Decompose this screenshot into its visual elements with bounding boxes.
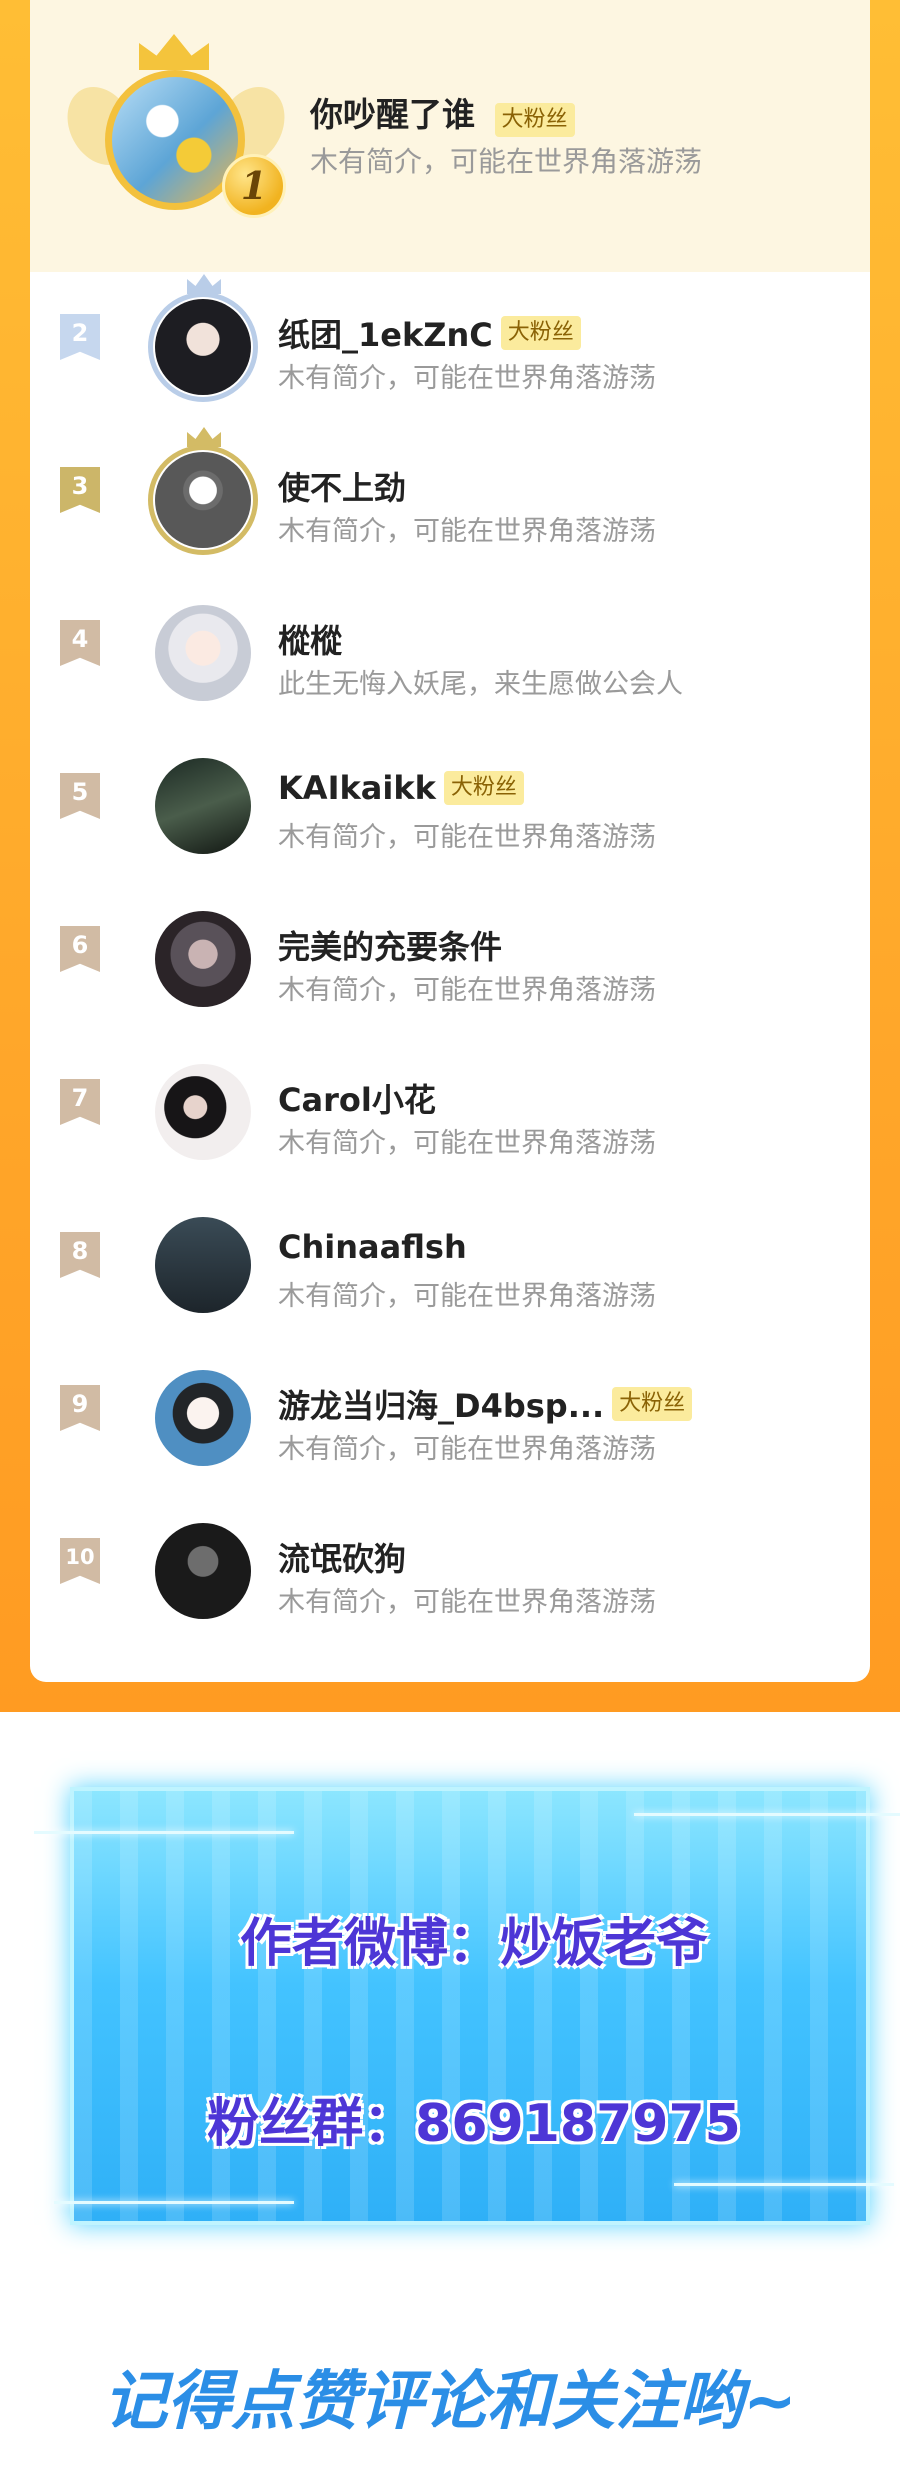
crown-icon <box>139 34 209 70</box>
fan-ranking-card: 1 你吵醒了谁 大粉丝 木有简介，可能在世界角落游荡 2 纸团_1ekZnC 大… <box>30 0 870 1682</box>
fan-name[interactable]: 你吵醒了谁 大粉丝 <box>310 88 575 137</box>
rank-badge: 3 <box>60 467 100 513</box>
rank-badge: 9 <box>60 1385 100 1431</box>
rank-row-6[interactable]: 6 完美的充要条件 木有简介，可能在世界角落游荡 <box>30 884 870 1037</box>
rank-badge: 7 <box>60 1079 100 1125</box>
fan-bio: 木有简介，可能在世界角落游荡 <box>278 1281 656 1312</box>
avatar[interactable] <box>155 758 251 854</box>
follow-reminder: 记得点赞评论和关注哟~ <box>103 2365 797 2439</box>
fan-name[interactable]: 完美的充要条件 <box>278 922 502 968</box>
fan-bio: 木有简介，可能在世界角落游荡 <box>278 1434 656 1465</box>
fan-name[interactable]: KAIkaikk 大粉丝 <box>278 769 524 807</box>
avatar[interactable] <box>155 1064 251 1160</box>
rank-1-medal: 1 <box>222 154 286 218</box>
rank-1-avatar-frame: 1 <box>54 30 300 240</box>
fan-ranking-panel: 1 你吵醒了谁 大粉丝 木有简介，可能在世界角落游荡 2 纸团_1ekZnC 大… <box>0 0 900 1712</box>
fan-level-badge: 大粉丝 <box>494 103 575 137</box>
rank-row-5[interactable]: 5 KAIkaikk 大粉丝 木有简介，可能在世界角落游荡 <box>30 731 870 884</box>
fan-name-text: 纸团_1ekZnC <box>278 316 493 354</box>
rank-row-9[interactable]: 9 游龙当归海_D4bsp... 大粉丝 木有简介，可能在世界角落游荡 <box>30 1343 870 1496</box>
crown-icon <box>187 274 221 294</box>
fan-bio: 木有简介，可能在世界角落游荡 <box>278 975 656 1006</box>
fan-name[interactable]: 游龙当归海_D4bsp... 大粉丝 <box>278 1381 693 1427</box>
rank-row-3[interactable]: 3 使不上劲 木有简介，可能在世界角落游荡 <box>30 425 870 578</box>
fan-name[interactable]: Chinaaflsh <box>278 1228 467 1266</box>
fan-bio: 木有简介，可能在世界角落游荡 <box>278 1128 656 1159</box>
avatar[interactable] <box>155 1217 251 1313</box>
fan-name[interactable]: Carol小花 <box>278 1075 436 1121</box>
rank-row-4[interactable]: 4 樅樅 此生无悔入妖尾，来生愿做公会人 <box>30 578 870 731</box>
light-streak <box>34 1831 294 1834</box>
rank-row-8[interactable]: 8 Chinaaflsh 木有简介，可能在世界角落游荡 <box>30 1190 870 1343</box>
avatar[interactable] <box>155 452 251 548</box>
rank-badge: 2 <box>60 314 100 360</box>
rank-badge: 10 <box>60 1538 100 1584</box>
fan-bio: 木有简介，可能在世界角落游荡 <box>278 1587 656 1618</box>
light-streak <box>674 2183 894 2186</box>
avatar[interactable] <box>155 605 251 701</box>
fan-bio: 木有简介，可能在世界角落游荡 <box>310 145 703 178</box>
fan-name-text: 你吵醒了谁 <box>310 95 475 134</box>
fan-name-text: 游龙当归海_D4bsp... <box>278 1387 605 1425</box>
rank-row-2[interactable]: 2 纸团_1ekZnC 大粉丝 木有简介，可能在世界角落游荡 <box>30 272 870 425</box>
fan-name-text: KAIkaikk <box>278 769 436 807</box>
fan-name[interactable]: 纸团_1ekZnC 大粉丝 <box>278 310 581 356</box>
fan-bio: 木有简介，可能在世界角落游荡 <box>278 363 656 394</box>
fan-name[interactable]: 使不上劲 <box>278 463 406 509</box>
avatar[interactable] <box>155 911 251 1007</box>
fan-level-badge: 大粉丝 <box>612 1387 693 1421</box>
author-weibo: 作者微博：炒饭老爷 <box>239 1914 708 1974</box>
light-streak <box>54 2201 294 2204</box>
rank-badge: 4 <box>60 620 100 666</box>
fan-name[interactable]: 流氓砍狗 <box>278 1534 406 1580</box>
fan-level-badge: 大粉丝 <box>500 316 581 350</box>
rank-badge: 6 <box>60 926 100 972</box>
rank-row-7[interactable]: 7 Carol小花 木有简介，可能在世界角落游荡 <box>30 1037 870 1190</box>
avatar[interactable] <box>155 1523 251 1619</box>
rank-badge: 5 <box>60 773 100 819</box>
avatar[interactable] <box>155 299 251 395</box>
rank-row-10[interactable]: 10 流氓砍狗 木有简介，可能在世界角落游荡 <box>30 1496 870 1649</box>
fan-name[interactable]: 樅樅 <box>278 616 342 662</box>
author-info-banner: 作者微博：炒饭老爷 粉丝群：869187975 <box>34 1787 900 2225</box>
rank-1-row[interactable]: 1 你吵醒了谁 大粉丝 木有简介，可能在世界角落游荡 <box>30 0 870 272</box>
fan-level-badge: 大粉丝 <box>443 771 524 805</box>
fan-bio: 木有简介，可能在世界角落游荡 <box>278 822 656 853</box>
fan-bio: 木有简介，可能在世界角落游荡 <box>278 516 656 547</box>
rank-badge: 8 <box>60 1232 100 1278</box>
fan-group-number: 粉丝群：869187975 <box>207 2094 741 2154</box>
crown-icon <box>187 427 221 447</box>
avatar[interactable] <box>155 1370 251 1466</box>
light-streak <box>634 1813 900 1816</box>
fan-bio: 此生无悔入妖尾，来生愿做公会人 <box>278 669 683 700</box>
